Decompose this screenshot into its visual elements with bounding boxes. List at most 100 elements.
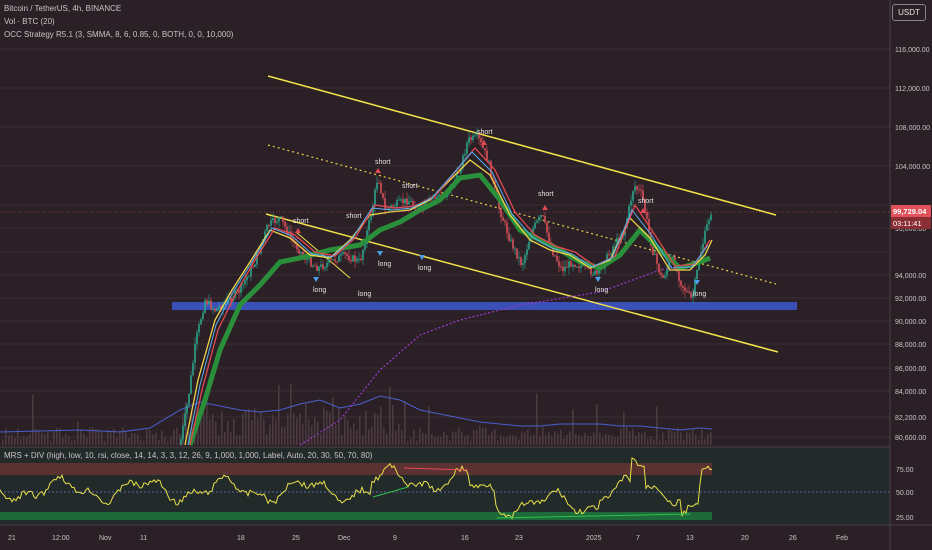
- volume-bar: [599, 432, 601, 445]
- price-axis[interactable]: 116,000.00 112,000.00 108,000.00 104,000…: [895, 47, 930, 442]
- volume-bar: [404, 401, 406, 445]
- signal-short: short: [375, 159, 391, 166]
- candle-body: [214, 308, 216, 312]
- volume-bar: [74, 440, 76, 445]
- volume-bar: [320, 434, 322, 445]
- volume-bar: [221, 411, 223, 445]
- candle-body: [664, 275, 666, 278]
- volume-bar: [203, 411, 205, 445]
- signal-short: short: [638, 198, 654, 205]
- volume-bar: [389, 386, 391, 445]
- signal-short: short: [477, 129, 493, 136]
- candle-body: [564, 266, 566, 272]
- candle-body: [556, 255, 558, 262]
- svg-text:Nov: Nov: [99, 535, 112, 542]
- volume-bar: [557, 433, 559, 445]
- volume-bar: [83, 433, 85, 445]
- signal-short: short: [402, 183, 418, 190]
- candle-body: [350, 259, 352, 262]
- candle-body: [474, 135, 476, 137]
- volume-bar: [464, 436, 466, 445]
- svg-text:12:00: 12:00: [52, 535, 70, 542]
- candle-body: [212, 308, 214, 310]
- candle-body: [282, 216, 284, 222]
- chart-canvas[interactable]: short short short short short short shor…: [0, 0, 932, 550]
- signal-long: long: [358, 291, 371, 298]
- candle-body: [438, 194, 440, 197]
- volume-bar: [524, 432, 526, 445]
- volume-bar: [602, 436, 604, 445]
- volume-bar: [275, 418, 277, 445]
- volume-bar: [584, 432, 586, 445]
- svg-text:11: 11: [140, 535, 147, 542]
- volume-bar: [254, 408, 256, 445]
- time-axis[interactable]: 21 12:00 Nov 11 18 25 Dec 9 16 23 2025 7…: [8, 535, 848, 542]
- candle-body: [488, 160, 490, 162]
- candle-body: [182, 426, 184, 440]
- svg-text:25.00: 25.00: [896, 515, 914, 522]
- volume-indicator-label[interactable]: Vol · BTC (20): [4, 17, 55, 26]
- candle-body: [284, 221, 286, 227]
- candle-body: [436, 196, 438, 199]
- candle-body: [216, 308, 218, 312]
- volume-bar: [434, 436, 436, 445]
- candle-body: [486, 150, 488, 161]
- candle-body: [548, 232, 550, 243]
- candle-body: [270, 220, 272, 226]
- candle-body: [196, 332, 198, 344]
- oscillator-label[interactable]: MRS + DIV (high, low, 10, rsi, close, 14…: [4, 451, 372, 460]
- volume-bar: [248, 409, 250, 445]
- currency-selector[interactable]: USDT: [892, 4, 926, 21]
- volume-bar: [335, 424, 337, 445]
- candle-body: [522, 263, 524, 265]
- volume-bar: [260, 412, 262, 445]
- volume-bar: [302, 423, 304, 445]
- candle-body: [356, 258, 358, 262]
- candle-body: [666, 269, 668, 276]
- candle-body: [398, 199, 400, 201]
- volume-bar: [167, 440, 169, 445]
- candle-body: [518, 257, 520, 259]
- volume-bar: [542, 427, 544, 445]
- volume-bar: [653, 439, 655, 445]
- volume-bar: [314, 416, 316, 445]
- volume-bar: [614, 437, 616, 445]
- candle-body: [636, 186, 638, 190]
- volume-bar: [170, 437, 172, 445]
- strategy-indicator-label[interactable]: OCC Strategy R5.1 (3, SMMA, 8, 6, 0.85, …: [4, 30, 233, 39]
- volume-bar: [701, 429, 703, 445]
- volume-bar: [374, 412, 376, 445]
- candle-body: [500, 208, 502, 218]
- chart-window[interactable]: short short short short short short shor…: [0, 0, 932, 550]
- candle-body: [248, 276, 250, 278]
- candle-body: [368, 219, 370, 231]
- volume-bar: [236, 435, 238, 445]
- candle-body: [508, 233, 510, 241]
- volume-bar: [209, 419, 211, 445]
- candle-body: [338, 255, 340, 262]
- candle-body: [464, 153, 466, 156]
- svg-text:25: 25: [292, 535, 300, 542]
- volume-bar: [569, 431, 571, 445]
- candle-body: [180, 439, 182, 445]
- volume-bar: [149, 429, 151, 445]
- candle-body: [192, 362, 194, 376]
- volume-bar: [698, 439, 700, 445]
- candle-body: [710, 214, 712, 221]
- symbol-title[interactable]: Bitcoin / TetherUS, 4h, BINANCE: [4, 4, 121, 13]
- candle-body: [686, 290, 688, 292]
- oscillator-axis[interactable]: 75.00 50.00 25.00: [896, 467, 914, 522]
- main-pane[interactable]: [0, 0, 890, 447]
- volume-bar: [29, 434, 31, 445]
- candle-body: [516, 248, 518, 259]
- volume-bar: [359, 415, 361, 445]
- volume-bar: [593, 433, 595, 445]
- volume-bar: [500, 435, 502, 445]
- candle-body: [188, 393, 190, 405]
- volume-bar: [689, 432, 691, 445]
- candle-body: [238, 290, 240, 293]
- volume-bar: [50, 440, 52, 445]
- candle-body: [410, 200, 412, 202]
- candle-body: [662, 275, 664, 278]
- volume-bar: [350, 428, 352, 445]
